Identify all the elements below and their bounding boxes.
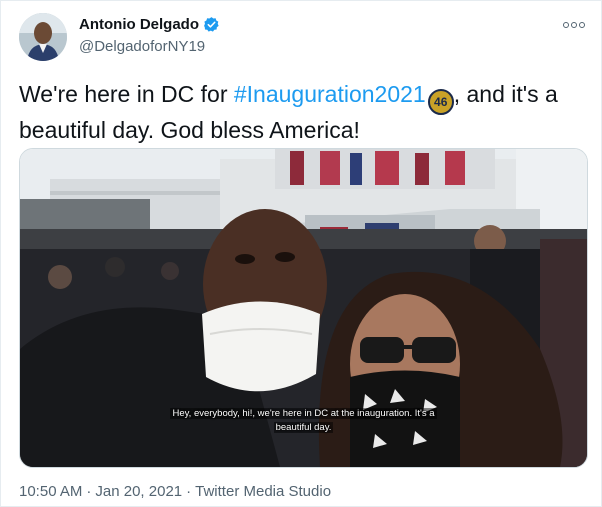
tweet-source-link[interactable]: Twitter Media Studio xyxy=(195,483,331,500)
tweet-time[interactable]: 10:50 AM xyxy=(19,483,82,500)
more-options-button[interactable] xyxy=(563,17,585,33)
meta-separator: · xyxy=(186,483,192,500)
inauguration-hashflag-icon: 46 xyxy=(427,89,454,115)
more-icon xyxy=(563,22,569,28)
caption-line-1: Hey, everybody, hi!, we're here in DC at… xyxy=(170,408,437,419)
more-icon-dot xyxy=(579,22,585,28)
video-caption: Hey, everybody, hi!, we're here in DC at… xyxy=(20,407,587,435)
author-handle[interactable]: @DelgadoforNY19 xyxy=(79,38,205,55)
avatar-image xyxy=(19,13,67,61)
video-media[interactable]: Hey, everybody, hi!, we're here in DC at… xyxy=(19,148,588,468)
meta-separator: · xyxy=(86,483,92,500)
tweet-date[interactable]: Jan 20, 2021 xyxy=(95,483,182,500)
avatar[interactable] xyxy=(19,13,67,61)
author-name[interactable]: Antonio Delgado xyxy=(79,16,199,33)
more-icon-dot xyxy=(571,22,577,28)
tweet-meta: 10:50 AM · Jan 20, 2021 · Twitter Media … xyxy=(19,483,331,500)
verified-badge-icon xyxy=(204,17,219,32)
tweet-text-start: We're here in DC for xyxy=(19,81,234,107)
caption-line-2: beautiful day. xyxy=(273,422,334,433)
hashtag-link[interactable]: #Inauguration2021 xyxy=(234,81,426,107)
tweet-text: We're here in DC for #Inauguration2021 46… xyxy=(19,79,584,146)
tweet-card: Antonio Delgado @DelgadoforNY19 We're he… xyxy=(0,0,602,507)
author-name-row: Antonio Delgado xyxy=(79,16,220,33)
